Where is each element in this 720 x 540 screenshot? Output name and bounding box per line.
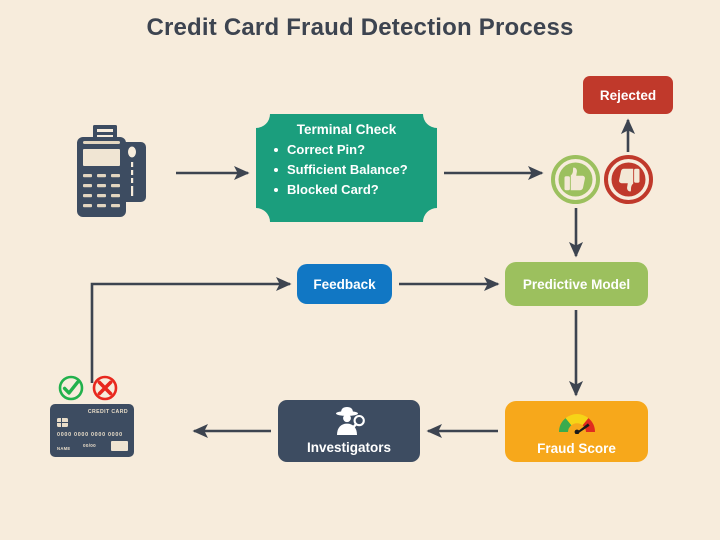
terminal-check-item: Sufficient Balance? — [270, 160, 427, 180]
bullet-icon — [274, 148, 278, 152]
bullet-icon — [274, 188, 278, 192]
check-circle-icon — [58, 375, 84, 401]
bullet-icon — [274, 168, 278, 172]
terminal-check-item-label: Correct Pin? — [287, 142, 366, 157]
fraud-gauge-icon — [559, 414, 595, 434]
thumbs-down-icon[interactable] — [604, 155, 653, 204]
rejected-node[interactable]: Rejected — [583, 76, 673, 114]
terminal-check-title: Terminal Check — [296, 122, 397, 137]
terminal-check-list: Correct Pin? Sufficient Balance? Blocked… — [266, 140, 427, 200]
terminal-check-node[interactable]: Terminal Check Correct Pin? Sufficient B… — [256, 114, 437, 222]
investigators-label: Investigators — [306, 440, 392, 455]
payment-terminal-icon — [77, 125, 146, 217]
predictive-model-node[interactable]: Predictive Model — [505, 262, 648, 306]
investigators-node[interactable]: Investigators — [278, 400, 420, 462]
card-network-logo — [111, 441, 128, 451]
credit-card-name: NAME — [57, 446, 71, 451]
terminal-check-item-label: Sufficient Balance? — [287, 162, 408, 177]
detective-icon — [336, 407, 365, 435]
diagram-canvas: Credit Card Fraud Detection Process Term… — [0, 0, 720, 540]
credit-card-expiry: 00/00 — [83, 443, 96, 448]
arrow-card-to-feedback — [90, 276, 292, 383]
card-chip-icon — [57, 418, 68, 427]
thumbs-up-icon[interactable] — [551, 155, 600, 204]
fraud-score-node[interactable]: Fraud Score — [505, 401, 648, 462]
feedback-node[interactable]: Feedback — [297, 264, 392, 304]
terminal-check-item: Blocked Card? — [270, 180, 427, 200]
terminal-check-item: Correct Pin? — [270, 140, 427, 160]
terminal-check-item-label: Blocked Card? — [287, 182, 379, 197]
credit-card-brand-text: CREDIT CARD — [87, 409, 128, 415]
credit-card-number: 0000 0000 0000 0000 — [57, 432, 123, 438]
fraud-score-label: Fraud Score — [537, 441, 616, 456]
credit-card-graphic: CREDIT CARD 0000 0000 0000 0000 NAME 00/… — [50, 404, 134, 457]
cross-circle-icon — [92, 375, 118, 401]
